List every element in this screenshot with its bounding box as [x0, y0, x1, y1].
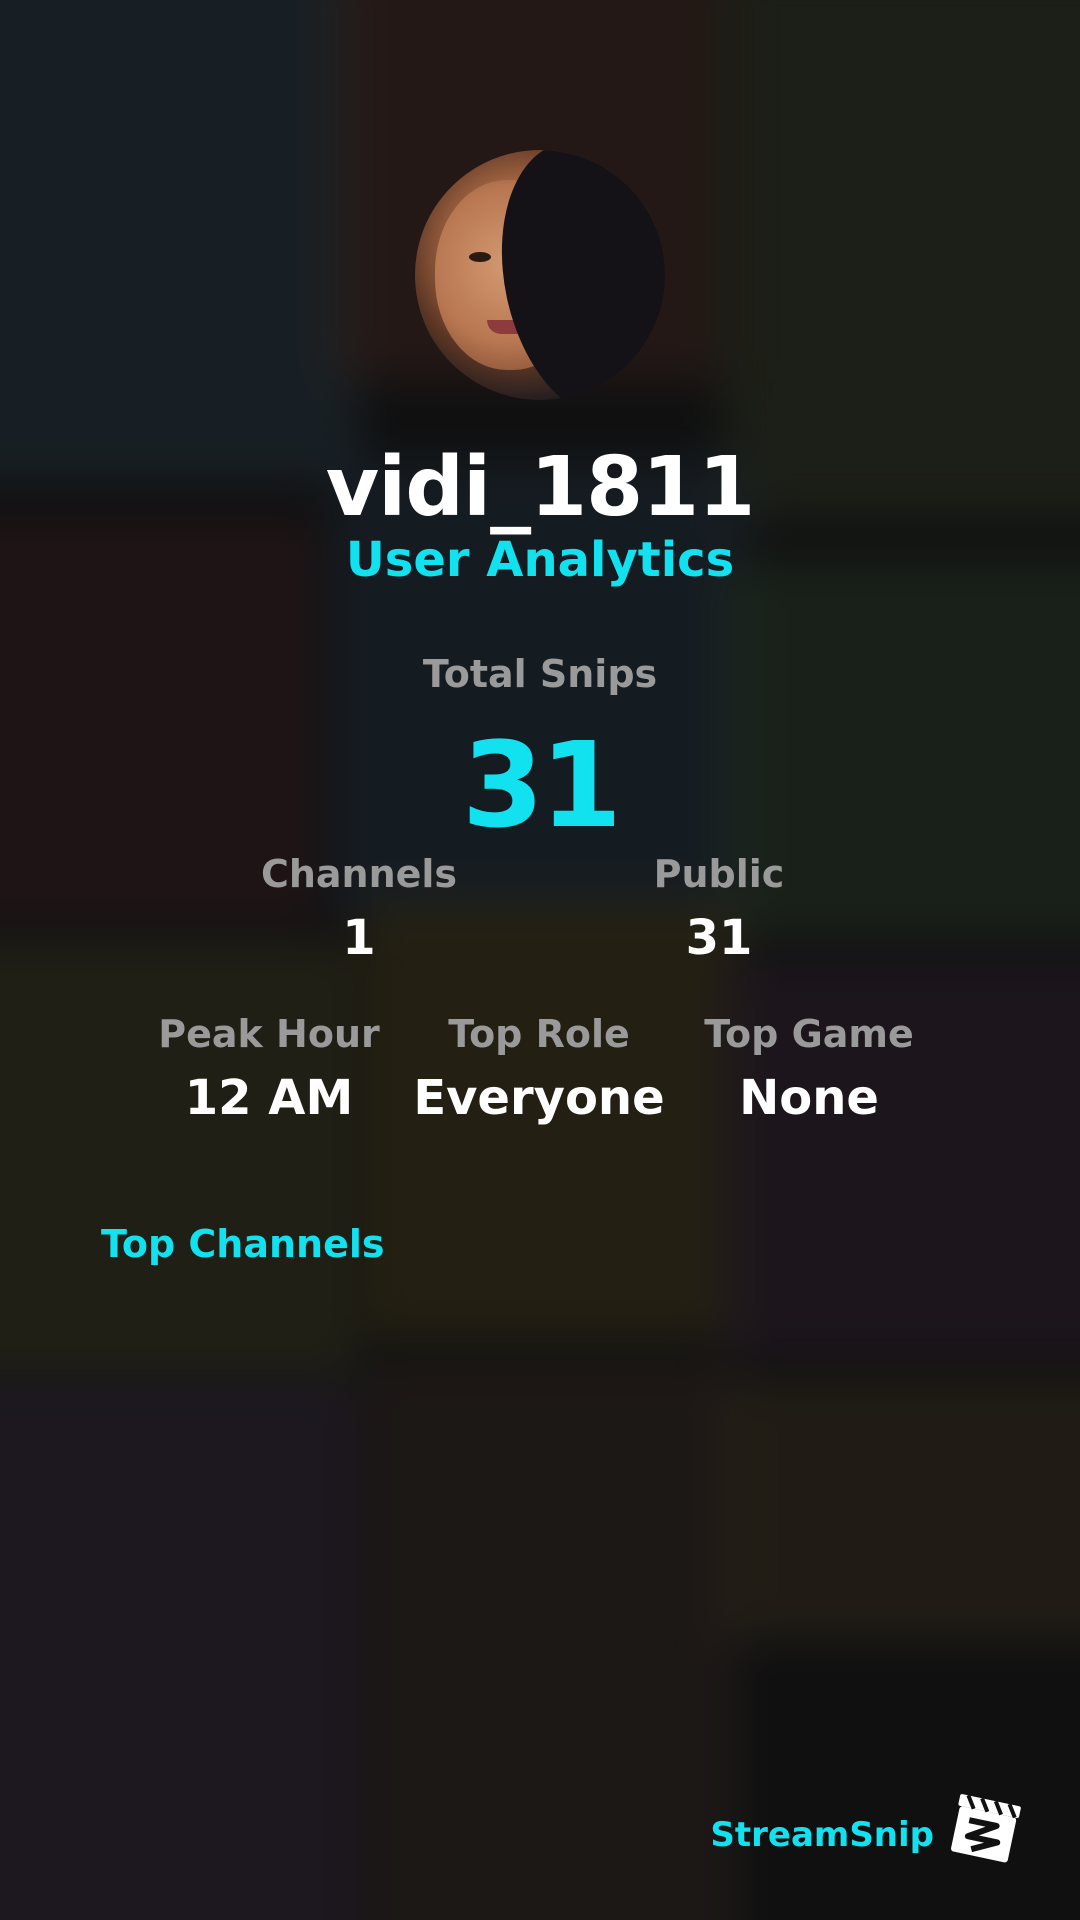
page-subtitle: User Analytics — [345, 532, 735, 588]
public-stat: Public 31 — [579, 852, 859, 966]
top-role-stat: Top Role Everyone — [399, 1012, 679, 1126]
brand-name: StreamSnip — [710, 1815, 934, 1855]
peak-hour-stat: Peak Hour 12 AM — [129, 1012, 409, 1126]
peak-hour-value: 12 AM — [184, 1070, 354, 1126]
peak-hour-label: Peak Hour — [158, 1012, 380, 1056]
top-game-stat: Top Game None — [669, 1012, 949, 1126]
channels-value: 1 — [342, 910, 376, 966]
public-value: 31 — [685, 910, 753, 966]
username: vidi_1811 — [325, 440, 756, 535]
channels-label: Channels — [260, 852, 458, 896]
clapperboard-icon — [948, 1790, 1026, 1866]
channels-stat: Channels 1 — [219, 852, 499, 966]
avatar — [415, 150, 665, 400]
top-game-value: None — [739, 1070, 879, 1126]
total-snips-label: Total Snips — [422, 652, 658, 696]
total-snips-value: 31 — [461, 716, 622, 854]
top-role-value: Everyone — [413, 1070, 665, 1126]
top-role-label: Top Role — [448, 1012, 630, 1056]
top-game-label: Top Game — [704, 1012, 914, 1056]
analytics-card: vidi_1811 User Analytics Total Snips 31 … — [0, 0, 1080, 1920]
top-channels-heading: Top Channels — [101, 1222, 385, 1266]
public-label: Public — [653, 852, 785, 896]
